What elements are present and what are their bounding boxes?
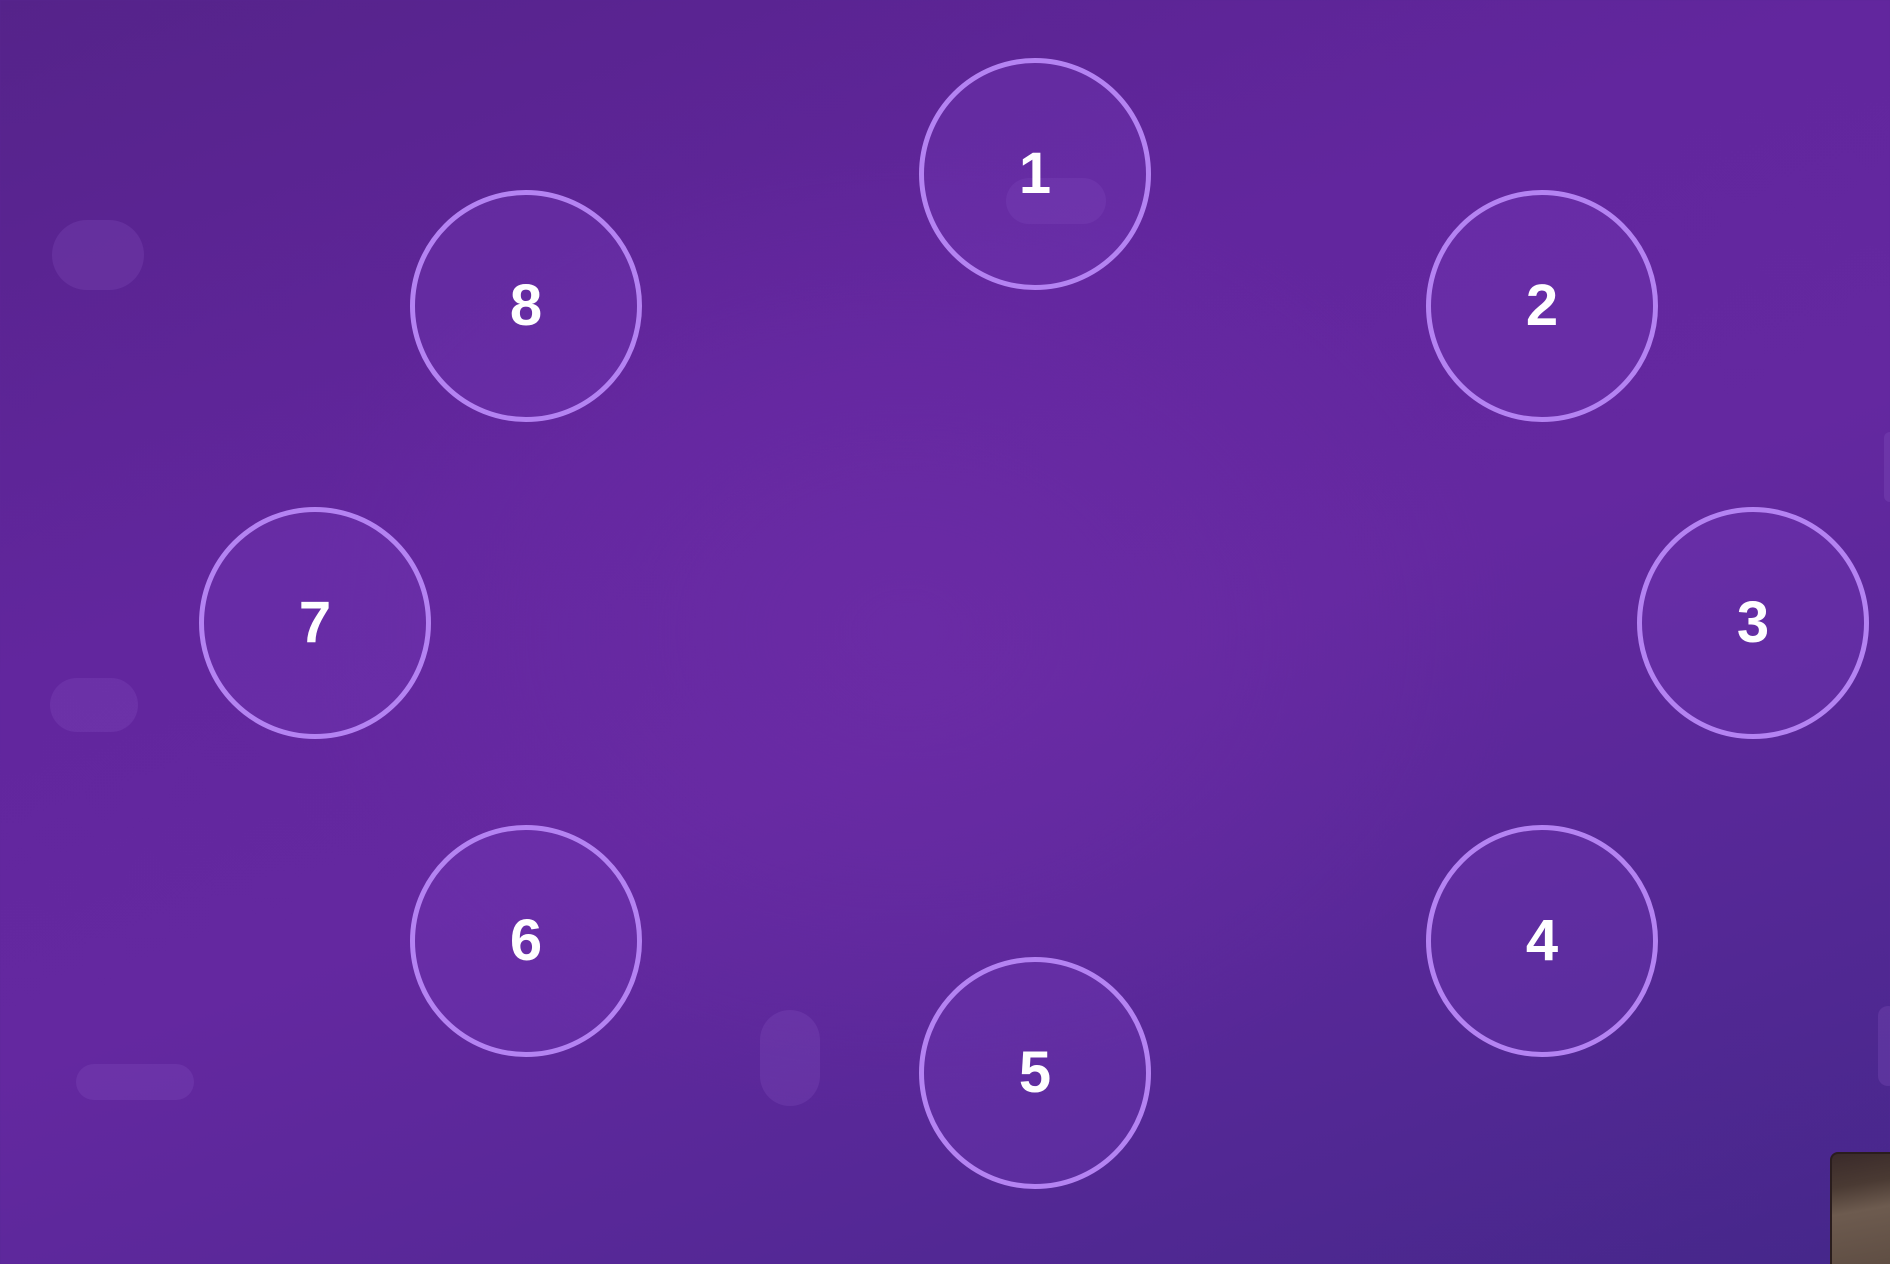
- background-blob: [1884, 432, 1890, 502]
- background-blob: [76, 1064, 194, 1100]
- dial-button-8[interactable]: 8: [410, 190, 642, 422]
- background-blob: [52, 220, 144, 290]
- dial-button-4[interactable]: 4: [1426, 825, 1658, 1057]
- dial-button-label: 1: [1018, 141, 1052, 206]
- dial-button-label: 6: [509, 908, 543, 973]
- dial-button-label: 4: [1525, 908, 1559, 973]
- thumbnail-preview[interactable]: [1830, 1152, 1890, 1264]
- background-blob: [1878, 1006, 1890, 1086]
- dial-button-5[interactable]: 5: [919, 957, 1151, 1189]
- dial-button-7[interactable]: 7: [199, 507, 431, 739]
- dial-button-label: 2: [1525, 273, 1559, 338]
- dial-button-3[interactable]: 3: [1637, 507, 1869, 739]
- dial-button-label: 7: [298, 590, 332, 655]
- dial-stage: 1 2 3 4 5 6 7 8: [0, 0, 1890, 1264]
- dial-button-label: 5: [1018, 1040, 1052, 1105]
- dial-button-6[interactable]: 6: [410, 825, 642, 1057]
- background-blob: [760, 1010, 820, 1106]
- dial-button-label: 3: [1736, 590, 1770, 655]
- dial-button-2[interactable]: 2: [1426, 190, 1658, 422]
- background-blob: [50, 678, 138, 732]
- dial-button-label: 8: [509, 273, 543, 338]
- dial-button-1[interactable]: 1: [919, 58, 1151, 290]
